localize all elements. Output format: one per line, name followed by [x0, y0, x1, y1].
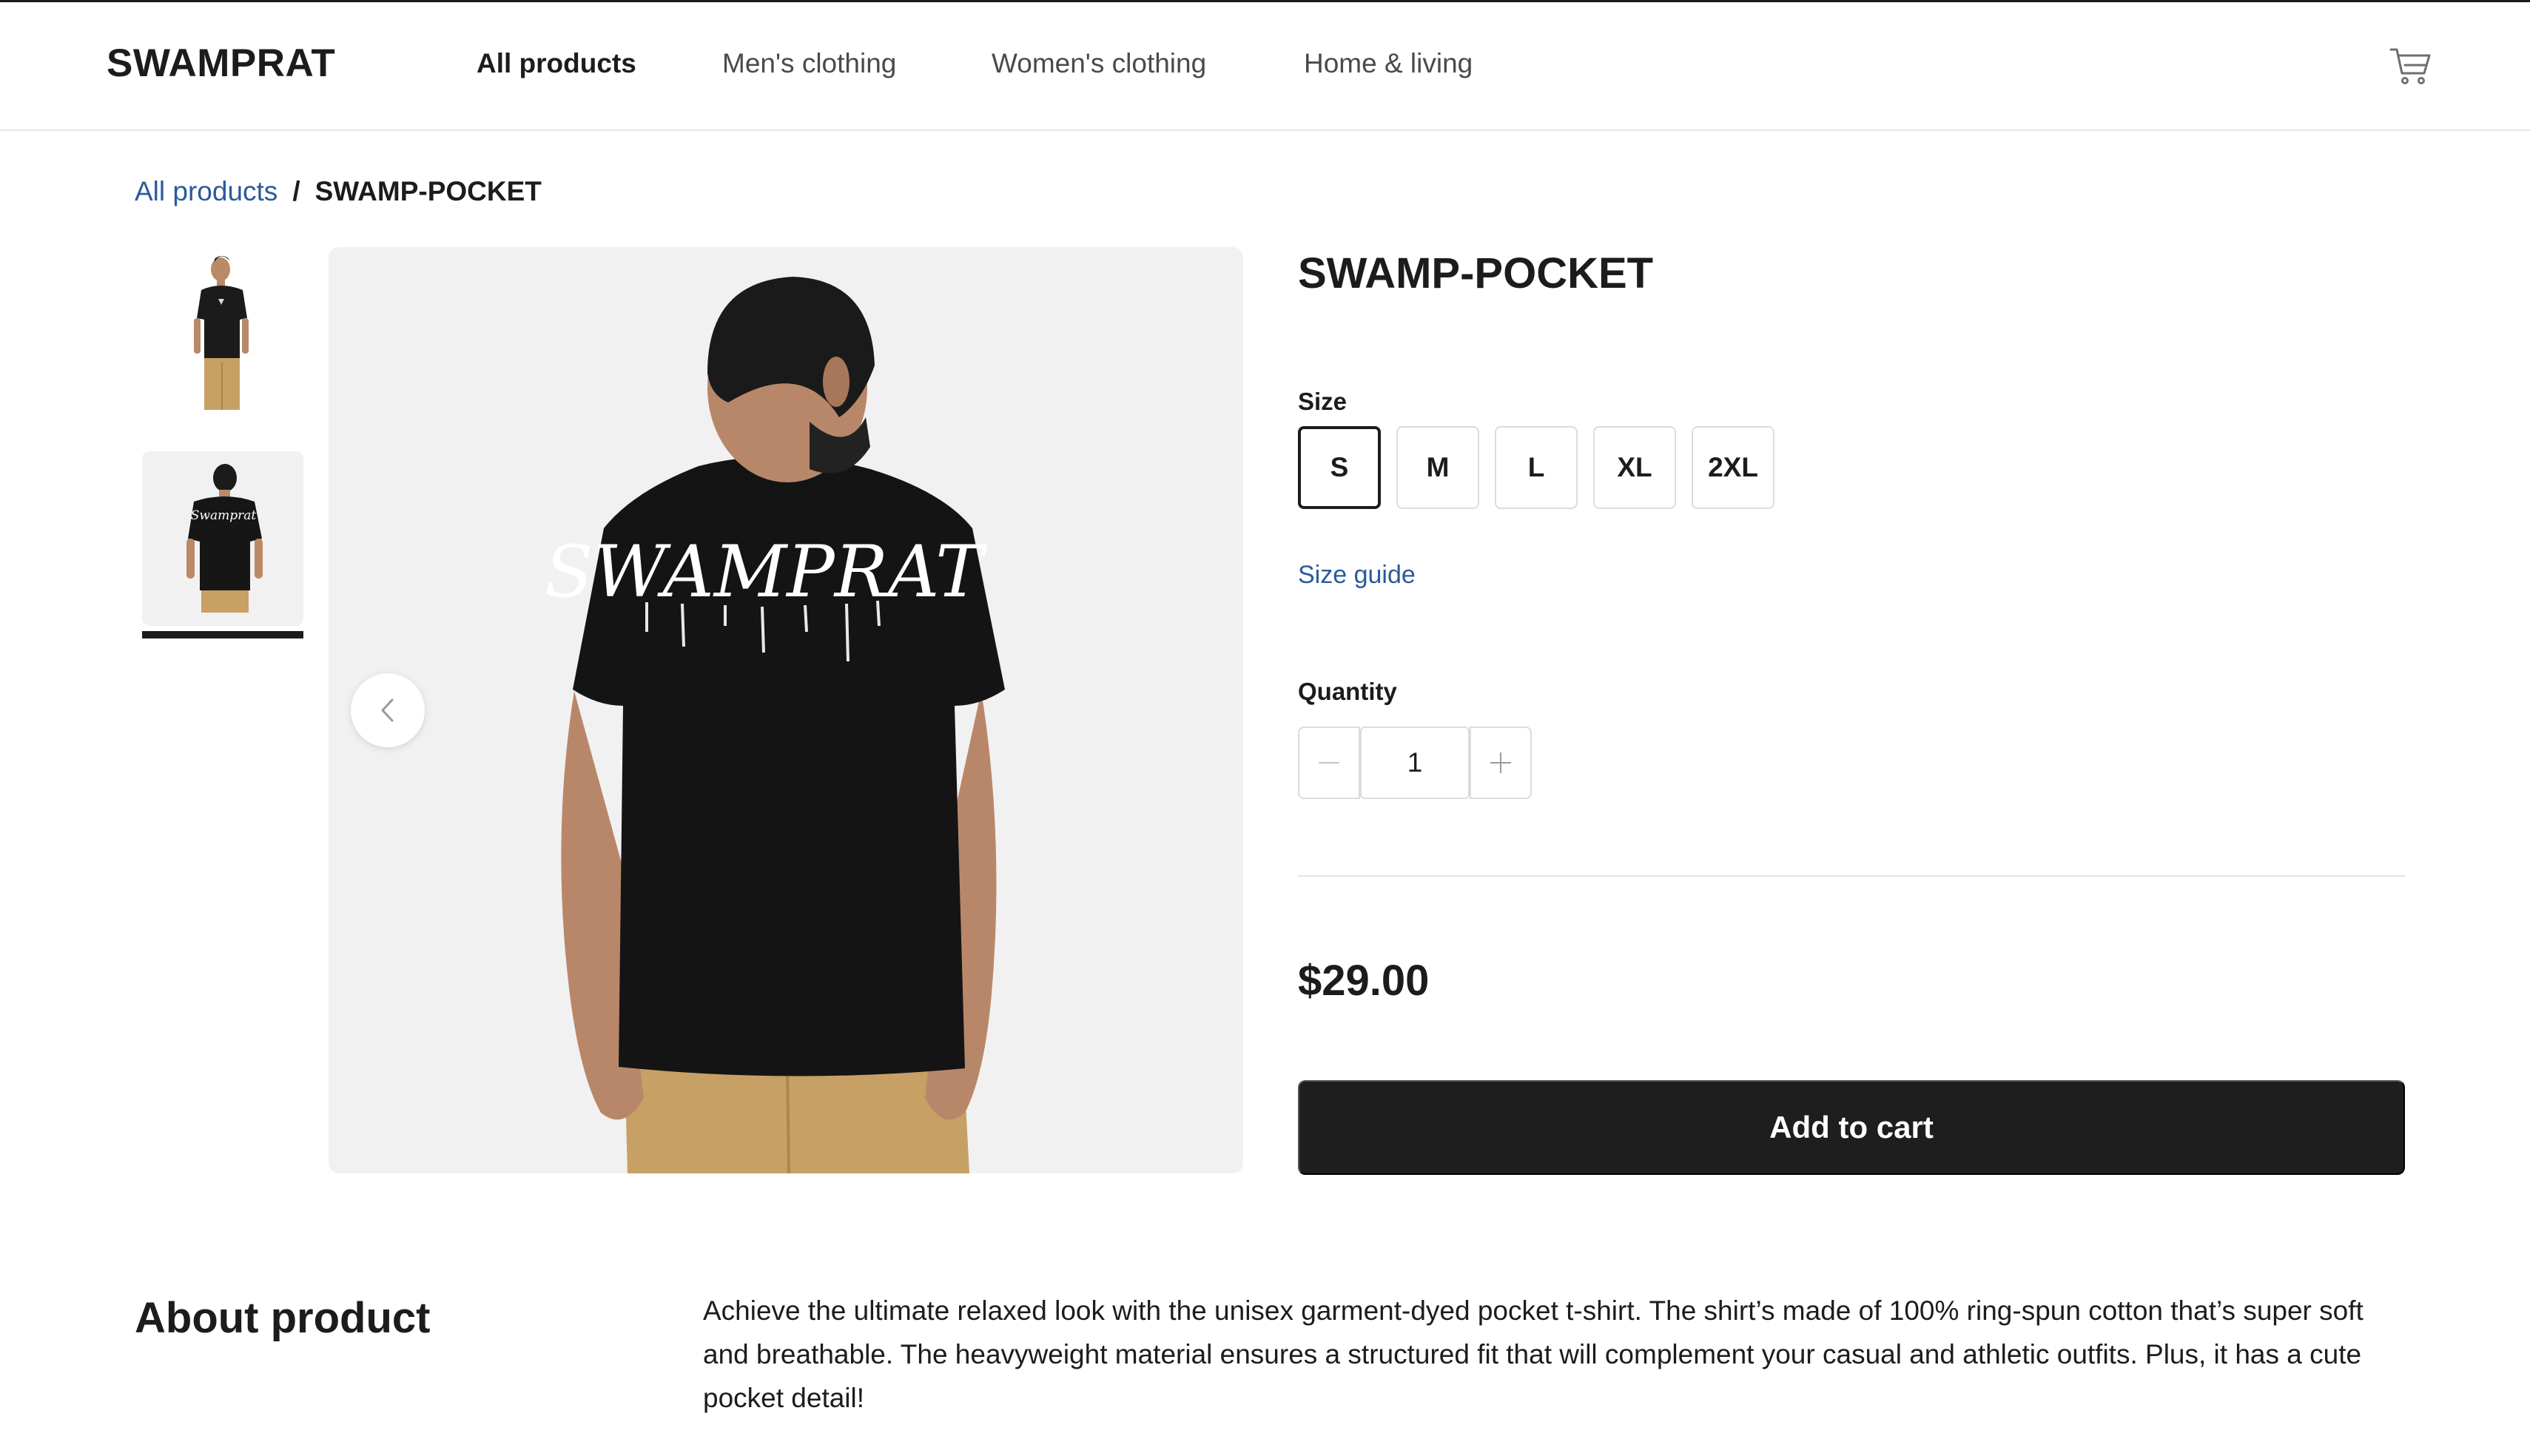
quantity-label: Quantity	[1298, 678, 1397, 705]
nav-all-products[interactable]: All products	[477, 48, 636, 79]
about-product-heading: About product	[135, 1294, 431, 1342]
size-option-s[interactable]: S	[1298, 426, 1381, 509]
breadcrumb-all-products[interactable]: All products	[135, 176, 277, 206]
nav-womens-clothing[interactable]: Women's clothing	[992, 48, 1206, 79]
quantity-input[interactable]: 1	[1360, 727, 1470, 799]
product-main-image[interactable]: SWAMPRAT	[329, 247, 1243, 1173]
thumbnail-selected-indicator	[142, 631, 303, 638]
nav-mens-clothing[interactable]: Men's clothing	[722, 48, 896, 79]
size-label: Size	[1298, 388, 1348, 415]
size-option-xl[interactable]: XL	[1593, 426, 1676, 509]
gallery-thumbnail-front[interactable]	[142, 247, 303, 422]
quantity-decrease-button[interactable]	[1298, 727, 1360, 799]
size-guide-link[interactable]: Size guide	[1298, 561, 1416, 590]
size-option-2xl[interactable]: 2XL	[1692, 426, 1774, 509]
breadcrumb-separator: /	[292, 176, 300, 206]
quantity-increase-button[interactable]	[1470, 727, 1532, 799]
site-header: SWAMPRAT All products Men's clothing Wom…	[0, 2, 2530, 131]
cart-icon[interactable]	[2389, 45, 2433, 87]
chevron-left-icon	[381, 698, 394, 722]
size-option-m[interactable]: M	[1396, 426, 1479, 509]
add-to-cart-button[interactable]: Add to cart	[1298, 1080, 2405, 1175]
gallery-thumbnail-back[interactable]: Swamprat	[142, 451, 303, 626]
breadcrumb-current: SWAMP-POCKET	[314, 176, 542, 206]
section-divider	[1298, 875, 2405, 877]
minus-icon	[1319, 762, 1339, 764]
product-title: SWAMP-POCKET	[1298, 249, 1654, 297]
site-logo[interactable]: SWAMPRAT	[107, 41, 335, 86]
size-option-l[interactable]: L	[1495, 426, 1578, 509]
shirt-print-text: SWAMPRAT	[545, 530, 987, 613]
nav-home-living[interactable]: Home & living	[1304, 48, 1473, 79]
gallery-prev-button[interactable]	[351, 673, 425, 747]
product-price: $29.00	[1298, 957, 1430, 1005]
breadcrumb: All products / SWAMP-POCKET	[135, 176, 542, 207]
svg-text:Swamprat: Swamprat	[191, 508, 257, 523]
about-product-description: Achieve the ultimate relaxed look with t…	[703, 1295, 2364, 1413]
plus-icon	[1490, 752, 1511, 773]
